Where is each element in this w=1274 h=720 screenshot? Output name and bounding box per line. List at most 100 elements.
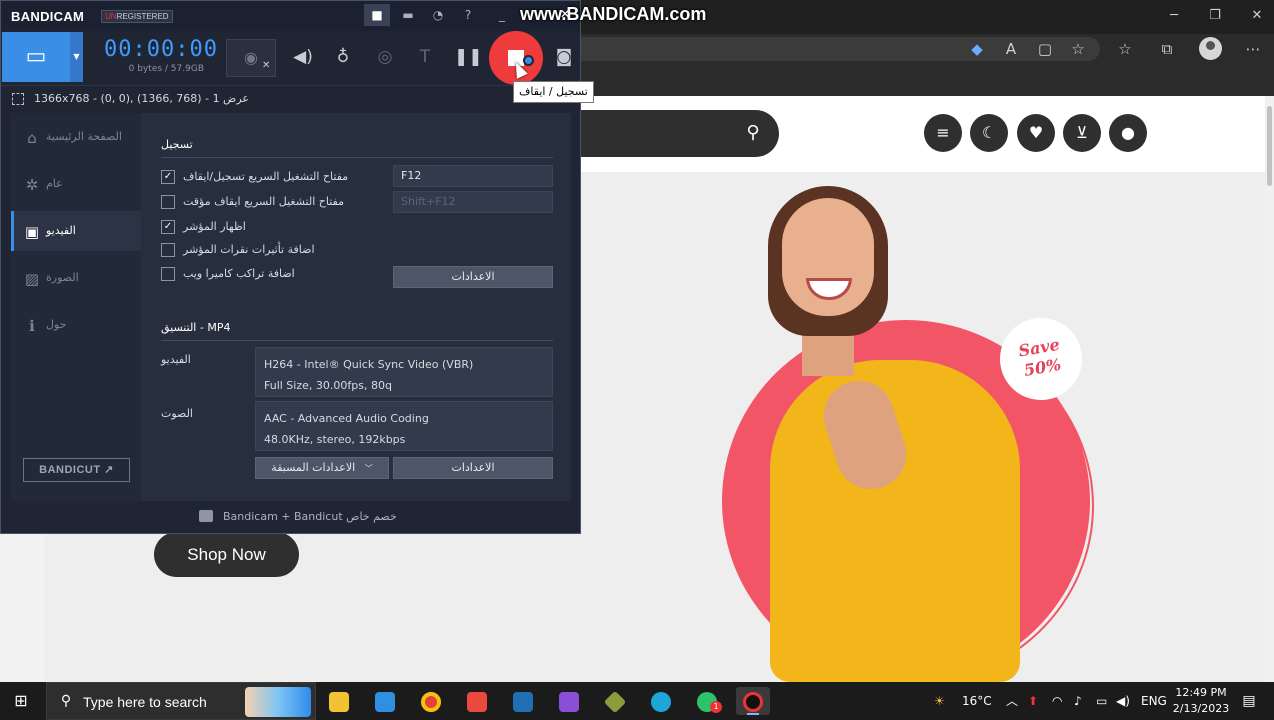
taskbar-search[interactable]: ⚲ Type here to search <box>46 682 316 720</box>
help-icon[interactable]: ? <box>455 4 481 26</box>
cursor-effect-icon[interactable]: ◎ <box>371 43 399 71</box>
visual-studio-icon[interactable] <box>552 687 586 715</box>
minimize-icon[interactable]: ─ <box>1163 6 1185 26</box>
option-label: اظهار المؤشر <box>183 220 246 233</box>
badge-rest: REGISTERED <box>116 12 169 21</box>
volume-icon[interactable]: ◀) <box>1116 692 1130 710</box>
checkbox-checked[interactable]: ✓ <box>161 170 175 184</box>
checkbox-unchecked[interactable] <box>161 195 175 209</box>
microphone-icon[interactable]: ♪ <box>1074 692 1082 710</box>
speaker-icon[interactable]: ◀) <box>289 43 317 71</box>
menu-icon[interactable]: ≡ <box>924 114 962 152</box>
site-search-bar[interactable]: ⚲ <box>579 110 779 157</box>
pause-icon[interactable]: ❚❚ <box>454 43 483 71</box>
webcam-icon[interactable]: ◉ <box>226 39 276 77</box>
folder-icon[interactable]: ▬ <box>395 4 421 26</box>
audio-format-box[interactable]: AAC - Advanced Audio Coding 48.0KHz, ste… <box>255 401 553 451</box>
checkbox-unchecked[interactable] <box>161 243 175 257</box>
input-language[interactable]: ENG <box>1141 692 1167 710</box>
capture-target-bar[interactable]: 1366x768 - (0, 0), (1366, 768) - عرض 1 <box>1 85 580 111</box>
battery-icon[interactable]: ▭ <box>1096 692 1107 710</box>
sidebar-item-label: حول <box>46 318 67 331</box>
sidebar-item-general[interactable]: ✲ عام <box>11 164 141 204</box>
weather-icon[interactable]: ☀ <box>934 692 945 710</box>
presets-label: الاعدادات المسبقة <box>271 461 356 474</box>
checkbox-unchecked[interactable] <box>161 267 175 281</box>
maximize-icon[interactable]: ❐ <box>1204 6 1226 26</box>
vscode-icon[interactable] <box>368 687 402 715</box>
capture-target-text: 1366x768 - (0, 0), (1366, 768) - عرض 1 <box>34 92 249 105</box>
sidebar-item-label: الصورة <box>46 271 79 284</box>
page-scrollbar[interactable] <box>1265 96 1274 682</box>
record-section-title: تسجيل <box>161 138 193 151</box>
bandicam-taskbar-icon[interactable] <box>736 687 770 715</box>
video-format-label: الفيديو <box>161 353 191 366</box>
scrollbar-thumb[interactable] <box>1267 106 1272 186</box>
search-icon[interactable]: ⚲ <box>743 123 763 143</box>
whatsapp-icon[interactable]: 1 <box>690 687 724 715</box>
search-highlight-icon <box>245 687 311 717</box>
minimize-icon[interactable]: _ <box>489 4 515 26</box>
tag-icon[interactable]: ◆ <box>966 38 988 60</box>
close-icon[interactable]: ✕ <box>1246 6 1268 26</box>
sidebar-item-video[interactable]: ▣ الفيديو <box>11 211 141 251</box>
taskbar-clock[interactable]: 12:49 PM 2/13/2023 <box>1170 685 1232 717</box>
format-section-title: التنسيق - MP4 <box>161 321 231 334</box>
sidebar-item-home[interactable]: ⌂ الصفحة الرئيسية <box>11 117 141 157</box>
edge-icon[interactable] <box>644 687 678 715</box>
record-settings-button[interactable]: الاعدادات <box>393 266 553 288</box>
collections-icon[interactable]: ⧉ <box>1156 38 1178 60</box>
sidebar-item-label: الصفحة الرئيسية <box>46 130 122 143</box>
promo-text: Bandicam + Bandicut خصم خاص <box>223 510 397 523</box>
region-select-icon[interactable] <box>12 93 24 105</box>
favorite-add-icon[interactable]: ☆ <box>1067 38 1089 60</box>
sidebar-item-image[interactable]: ▨ الصورة <box>11 258 141 298</box>
presets-dropdown-button[interactable]: الاعدادات المسبقة ﹀ <box>255 457 389 479</box>
weather-temp[interactable]: 16°C <box>962 692 992 710</box>
bandicam-watermark: www.BANDICAM.com <box>520 4 707 24</box>
video-codec: H264 - Intel® Quick Sync Video (VBR) <box>264 358 474 371</box>
hotkey-pause-field[interactable]: Shift+F12 <box>393 191 553 213</box>
cursor-highlight-icon <box>523 55 534 66</box>
close-icon[interactable]: ✕ <box>552 3 578 25</box>
text-overlay-icon[interactable]: T <box>411 43 439 71</box>
cart-icon[interactable]: ⊻ <box>1063 114 1101 152</box>
format-settings-button[interactable]: الاعدادات <box>393 457 553 479</box>
dev-tool-icon[interactable] <box>506 687 540 715</box>
antivirus-icon[interactable]: ⬆ <box>1028 692 1038 710</box>
windows-start-icon[interactable]: ⊞ <box>12 692 30 710</box>
sidebar-item-label: عام <box>46 177 63 190</box>
sidebar-item-about[interactable]: ℹ حول <box>11 305 141 345</box>
more-menu-icon[interactable]: ⋯ <box>1242 38 1264 60</box>
sidebar-item-label: الفيديو <box>46 224 76 237</box>
lock-icon[interactable]: ■ <box>364 4 390 26</box>
app-available-icon[interactable]: ▢ <box>1034 38 1056 60</box>
screen-mode-button[interactable]: ▭ <box>2 32 70 82</box>
user-icon[interactable]: ● <box>1109 114 1147 152</box>
mode-dropdown-icon[interactable]: ▼ <box>70 32 83 82</box>
file-explorer-icon[interactable] <box>322 687 356 715</box>
profile-avatar[interactable] <box>1199 37 1222 60</box>
screen-recorder-icon[interactable] <box>460 687 494 715</box>
camera-icon[interactable]: ◙ <box>550 43 578 71</box>
read-aloud-icon[interactable]: A <box>1000 38 1022 60</box>
microphone-icon[interactable]: ♁ <box>329 43 357 71</box>
video-format-box[interactable]: H264 - Intel® Quick Sync Video (VBR) Ful… <box>255 347 553 397</box>
home-icon: ⌂ <box>27 129 37 147</box>
notification-badge: 1 <box>710 701 722 713</box>
checkbox-checked[interactable]: ✓ <box>161 220 175 234</box>
wifi-icon[interactable]: ◠ <box>1052 692 1062 710</box>
hotkey-record-field[interactable]: F12 <box>393 165 553 187</box>
clock-icon[interactable]: ◔ <box>425 4 451 26</box>
git-client-icon[interactable] <box>598 687 632 715</box>
dark-mode-icon[interactable]: ☾ <box>970 114 1008 152</box>
favorites-icon[interactable]: ☆ <box>1114 38 1136 60</box>
heart-icon[interactable]: ♥ <box>1017 114 1055 152</box>
notifications-icon[interactable]: ▤ <box>1240 692 1258 710</box>
chrome-icon[interactable] <box>414 687 448 715</box>
bandicut-button[interactable]: BANDICUT ↗ <box>23 458 130 482</box>
chevron-up-icon[interactable]: ︿ <box>1006 692 1018 710</box>
promo-footer[interactable]: Bandicam + Bandicut خصم خاص <box>1 501 580 533</box>
option-label: مفتاح التشغيل السريع تسجيل/ايقاف <box>183 170 349 183</box>
shop-now-button[interactable]: Shop Now <box>154 532 299 577</box>
